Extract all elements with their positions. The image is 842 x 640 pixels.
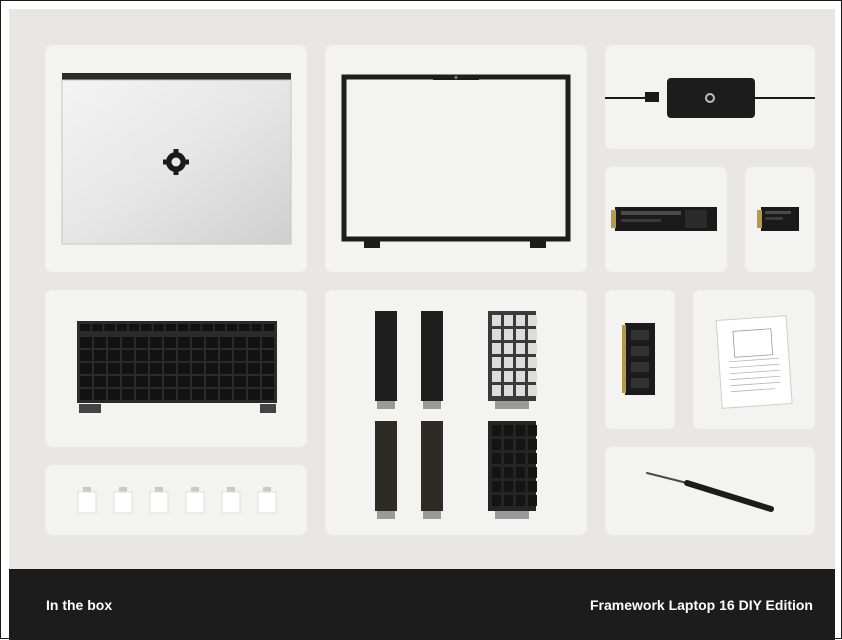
keyboard-icon (77, 321, 277, 413)
expansion-card-icon (77, 487, 277, 514)
input-modules-tile (325, 290, 587, 535)
caption-bar: In the box Framework Laptop 16 DIY Editi… (9, 569, 835, 640)
ssd-icon (611, 207, 717, 231)
laptop-lid (61, 73, 292, 245)
product-photo (9, 9, 835, 569)
ssd-2280-tile (605, 167, 727, 272)
page-frame: In the box Framework Laptop 16 DIY Editi… (0, 0, 842, 640)
laptop-lid-tile (45, 45, 307, 272)
power-adapter-icon (605, 78, 815, 118)
ssd-2230-tile (745, 167, 815, 272)
caption-left: In the box (46, 597, 113, 613)
screwdriver-icon (646, 472, 774, 512)
quick-start-guide-tile (693, 290, 815, 429)
caption-right: Framework Laptop 16 DIY Edition (589, 597, 813, 613)
spacer-and-numpad-icon (375, 311, 537, 519)
document-icon (715, 315, 793, 409)
expansion-cards-tile (45, 465, 307, 535)
memory-module-tile (605, 290, 675, 429)
display-bezel-tile (325, 45, 587, 272)
power-adapter-tile (605, 45, 815, 149)
ram-icon (622, 323, 655, 395)
ssd-small-icon (757, 207, 799, 231)
keyboard-tile (45, 290, 307, 447)
bezel-icon (341, 74, 571, 248)
screwdriver-tile (605, 447, 815, 535)
